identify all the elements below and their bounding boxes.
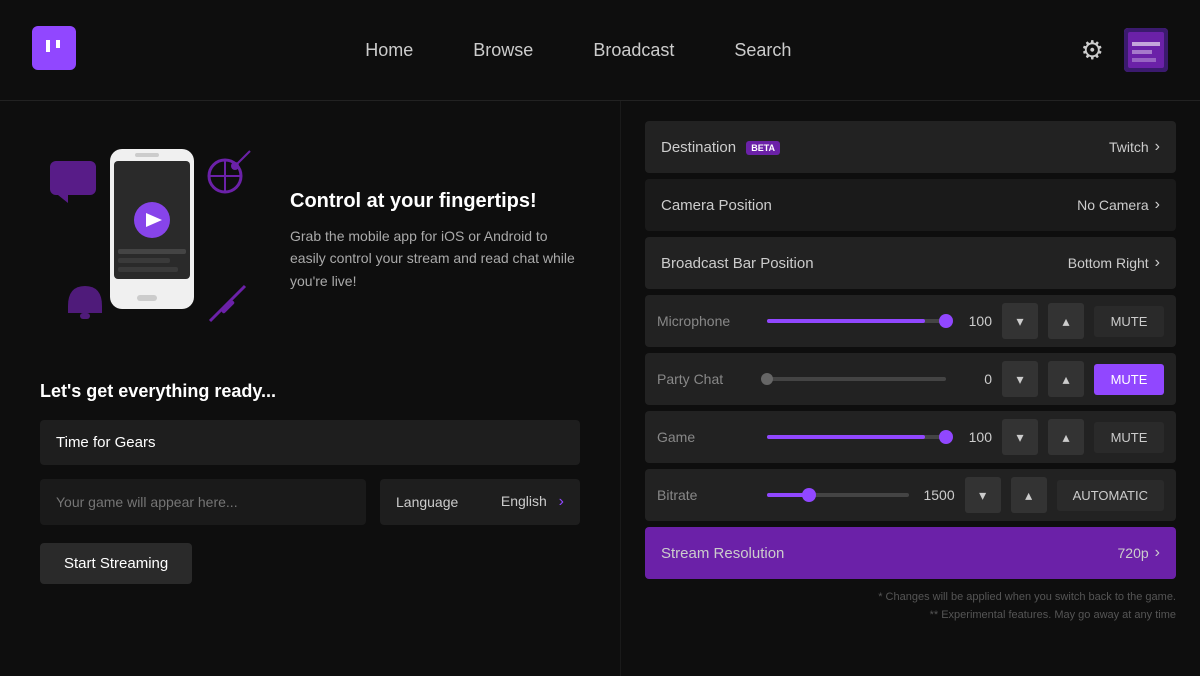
camera-value: No Camera › <box>1077 196 1160 214</box>
microphone-fill <box>767 319 925 323</box>
destination-row[interactable]: Destination BETA Twitch › <box>645 121 1176 173</box>
footnote1: * Changes will be applied when you switc… <box>645 589 1176 607</box>
party-chat-mute-button[interactable]: MUTE <box>1094 364 1164 395</box>
broadcast-bar-value: Bottom Right › <box>1068 254 1160 272</box>
main-content: Control at your fingertips! Grab the mob… <box>0 101 1200 676</box>
promo-heading: Control at your fingertips! <box>290 190 580 213</box>
game-slider[interactable] <box>767 435 946 439</box>
party-chat-row: Party Chat 0 ▾ ▴ MUTE <box>645 353 1176 405</box>
language-arrow-icon: › <box>559 493 564 510</box>
promo-text: Control at your fingertips! Grab the mob… <box>290 190 580 292</box>
bitrate-slider[interactable] <box>767 493 909 497</box>
nav-browse[interactable]: Browse <box>473 40 533 61</box>
microphone-thumb <box>939 314 953 328</box>
party-chat-slider[interactable] <box>767 377 946 381</box>
party-chat-label: Party Chat <box>657 371 757 387</box>
party-chat-up-button[interactable]: ▴ <box>1048 361 1084 397</box>
broadcast-bar-row[interactable]: Broadcast Bar Position Bottom Right › <box>645 237 1176 289</box>
resolution-chevron-icon: › <box>1155 544 1160 562</box>
party-chat-down-button[interactable]: ▾ <box>1002 361 1038 397</box>
destination-label: Destination BETA <box>661 139 780 156</box>
navigation: Home Browse Broadcast Search ⚙ <box>0 0 1200 100</box>
logo[interactable] <box>32 26 76 75</box>
resolution-label: Stream Resolution <box>661 545 784 562</box>
bitrate-automatic-button[interactable]: AUTOMATIC <box>1057 480 1164 511</box>
bitrate-down-button[interactable]: ▾ <box>965 477 1001 513</box>
bitrate-thumb <box>802 488 816 502</box>
broadcast-bar-label: Broadcast Bar Position <box>661 255 814 272</box>
microphone-slider[interactable] <box>767 319 946 323</box>
destination-chevron-icon: › <box>1155 138 1160 156</box>
language-label: Language <box>396 494 458 510</box>
phone-illustration <box>40 131 260 351</box>
game-volume-row: Game 100 ▾ ▴ MUTE <box>645 411 1176 463</box>
bitrate-row: Bitrate 1500 ▾ ▴ AUTOMATIC <box>645 469 1176 521</box>
nav-broadcast[interactable]: Broadcast <box>593 40 674 61</box>
camera-position-row[interactable]: Camera Position No Camera › <box>645 179 1176 231</box>
camera-label: Camera Position <box>661 197 772 214</box>
destination-value: Twitch › <box>1109 138 1160 156</box>
camera-chevron-icon: › <box>1155 196 1160 214</box>
bitrate-label: Bitrate <box>657 487 757 503</box>
game-down-button[interactable]: ▾ <box>1002 419 1038 455</box>
promo-area: Control at your fingertips! Grab the mob… <box>40 131 580 351</box>
game-label: Game <box>657 429 757 445</box>
stream-title-input[interactable] <box>40 420 580 465</box>
language-select[interactable]: Language English › <box>380 479 580 525</box>
stream-resolution-row[interactable]: Stream Resolution 720p › <box>645 527 1176 579</box>
settings-icon[interactable]: ⚙ <box>1081 35 1104 66</box>
footnotes: * Changes will be applied when you switc… <box>645 589 1176 624</box>
microphone-down-button[interactable]: ▾ <box>1002 303 1038 339</box>
nav-links: Home Browse Broadcast Search <box>365 40 791 61</box>
game-thumb <box>939 430 953 444</box>
bitrate-value: 1500 <box>919 487 955 503</box>
bitrate-up-button[interactable]: ▴ <box>1011 477 1047 513</box>
game-up-button[interactable]: ▴ <box>1048 419 1084 455</box>
start-streaming-button[interactable]: Start Streaming <box>40 543 192 584</box>
game-fill <box>767 435 925 439</box>
broadcast-bar-chevron-icon: › <box>1155 254 1160 272</box>
microphone-value: 100 <box>956 313 992 329</box>
left-panel: Control at your fingertips! Grab the mob… <box>0 101 620 676</box>
game-input[interactable] <box>40 479 366 525</box>
nav-search[interactable]: Search <box>734 40 791 61</box>
promo-body: Grab the mobile app for iOS or Android t… <box>290 225 580 292</box>
avatar[interactable] <box>1124 28 1168 72</box>
microphone-up-button[interactable]: ▴ <box>1048 303 1084 339</box>
setup-section: Let's get everything ready... Language E… <box>40 381 580 584</box>
party-chat-value: 0 <box>956 371 992 387</box>
game-mute-button[interactable]: MUTE <box>1094 422 1164 453</box>
microphone-mute-button[interactable]: MUTE <box>1094 306 1164 337</box>
nav-home[interactable]: Home <box>365 40 413 61</box>
language-value: English › <box>501 493 564 511</box>
beta-badge: BETA <box>746 141 780 155</box>
resolution-value: 720p › <box>1118 544 1160 562</box>
right-panel: Destination BETA Twitch › Camera Positio… <box>620 101 1200 676</box>
setup-title: Let's get everything ready... <box>40 381 580 402</box>
game-row: Language English › <box>40 479 580 525</box>
game-value: 100 <box>956 429 992 445</box>
microphone-row: Microphone 100 ▾ ▴ MUTE <box>645 295 1176 347</box>
party-chat-thumb <box>761 373 773 385</box>
nav-right: ⚙ <box>1081 28 1168 72</box>
microphone-label: Microphone <box>657 313 757 329</box>
footnote2: ** Experimental features. May go away at… <box>645 607 1176 625</box>
